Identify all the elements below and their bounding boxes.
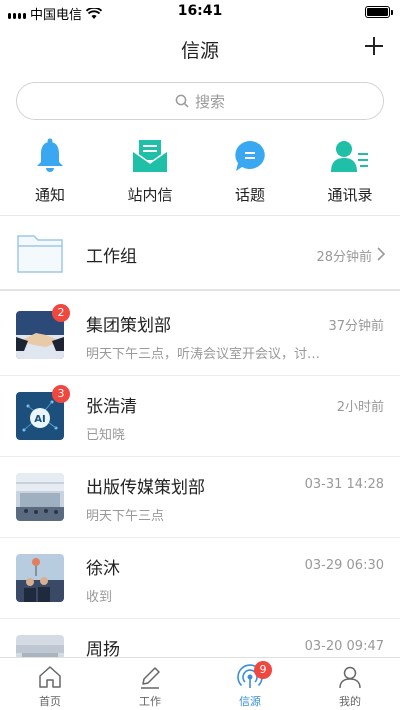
page-title: 信源 <box>180 40 219 62</box>
nav-bar: 信源 <box>0 24 400 70</box>
battery-icon <box>365 6 393 18</box>
folder-name: 工作组 <box>86 247 137 267</box>
shortcut-contacts[interactable]: 通讯录 <box>300 130 400 212</box>
search-input[interactable]: 搜索 <box>16 82 384 120</box>
tab-label: 我的 <box>339 695 361 708</box>
tab-work[interactable]: 工作 <box>100 658 200 710</box>
home-icon <box>39 666 61 688</box>
list-item[interactable]: AI 3 张浩清 2小时前 已知晓 <box>0 376 400 457</box>
shortcut-label: 站内信 <box>127 186 173 204</box>
list-item[interactable]: 徐沐 03-29 06:30 收到 <box>0 538 400 619</box>
shortcut-grid: 通知 站内信 话题 通讯录 <box>0 130 400 212</box>
search-icon <box>175 94 189 108</box>
chat-preview: 已知晓 <box>86 428 126 443</box>
chat-time: 37分钟前 <box>328 319 384 334</box>
chat-name: 张浩清 <box>86 397 137 417</box>
section-divider <box>0 215 400 216</box>
shortcut-label: 通讯录 <box>327 186 373 204</box>
list-item[interactable]: 2 集团策划部 37分钟前 明天下午三点，听涛会议室开会议，讨… <box>0 295 400 376</box>
shortcut-inbox[interactable]: 站内信 <box>100 130 200 212</box>
folder-time: 28分钟前 <box>316 250 372 265</box>
chat-preview: 收到 <box>86 590 113 605</box>
svg-text:AI: AI <box>34 414 45 425</box>
search-placeholder: 搜索 <box>194 92 225 111</box>
tab-profile[interactable]: 我的 <box>300 658 400 710</box>
envelope-icon <box>132 140 168 172</box>
pen-icon <box>141 667 160 689</box>
shortcut-label: 话题 <box>234 186 265 204</box>
chat-name: 出版传媒策划部 <box>86 478 205 498</box>
chat-time: 2小时前 <box>336 400 384 415</box>
chat-time: 03-20 09:47 <box>304 639 384 654</box>
clock: 16:41 <box>177 3 223 19</box>
tab-label: 工作 <box>139 695 161 708</box>
tab-bar: 首页 工作 9 信源 我的 <box>0 657 400 710</box>
chevron-right-icon <box>377 247 386 261</box>
unread-badge: 3 <box>52 385 70 403</box>
chat-time: 03-29 06:30 <box>304 558 384 573</box>
avatar <box>16 554 64 602</box>
chat-name: 徐沐 <box>86 559 120 579</box>
shortcut-topics[interactable]: 话题 <box>200 130 300 212</box>
chat-name: 集团策划部 <box>86 316 171 336</box>
unread-badge: 9 <box>254 661 272 679</box>
tab-label: 首页 <box>39 695 61 708</box>
tab-home[interactable]: 首页 <box>0 658 100 710</box>
list-item[interactable]: 出版传媒策划部 03-31 14:28 明天下午三点 <box>0 457 400 538</box>
workgroup-folder-row[interactable]: 工作组 28分钟前 <box>0 222 400 288</box>
shortcut-notifications[interactable]: 通知 <box>0 130 100 212</box>
unread-badge: 2 <box>52 304 70 322</box>
tab-xinyuan[interactable]: 9 信源 <box>200 658 300 710</box>
folder-icon <box>17 235 63 273</box>
tab-label: 信源 <box>239 695 261 708</box>
avatar <box>16 473 64 521</box>
status-bar: 中国电信 16:41 <box>0 0 400 24</box>
add-button[interactable] <box>360 32 388 60</box>
shortcut-label: 通知 <box>34 186 65 204</box>
contacts-icon <box>331 141 368 172</box>
chat-time: 03-31 14:28 <box>304 477 384 492</box>
section-divider <box>0 289 400 291</box>
chat-preview: 明天下午三点，听涛会议室开会议，讨… <box>86 347 321 362</box>
chat-preview: 明天下午三点 <box>86 509 165 524</box>
chat-bubble-icon <box>235 141 265 171</box>
user-icon <box>339 666 361 689</box>
bell-icon <box>37 138 63 172</box>
